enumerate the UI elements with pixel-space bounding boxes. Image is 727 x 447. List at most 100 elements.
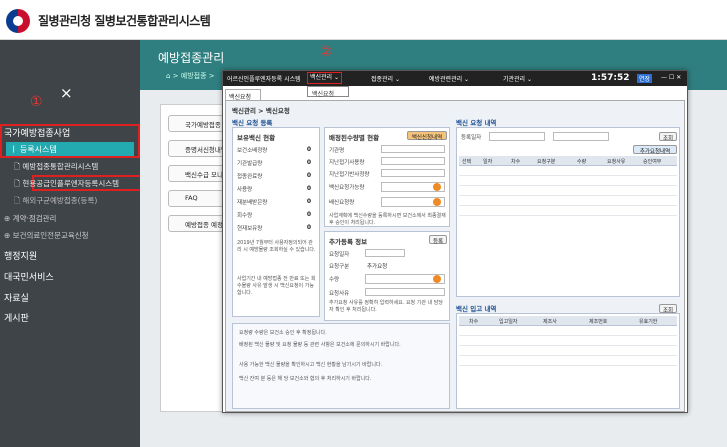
request-panel: 배정된수량별 현황 백신신청내역 기관명 지난접기사용량 지난접기반사정량 백신… xyxy=(324,127,450,227)
add-request-history-button[interactable]: 추가요청내역 xyxy=(633,145,677,155)
stepper-icon[interactable] xyxy=(433,183,441,191)
table-row[interactable] xyxy=(459,328,677,336)
content-breadcrumb: 백신관리 > 백신요청 xyxy=(232,107,290,115)
add-register-button[interactable]: 등록 xyxy=(429,235,447,245)
stock-label: 기관발급량 xyxy=(237,161,263,167)
receive-list-panel: 조회 차수 입고일자 제조사 제조번호 유효기한 xyxy=(456,304,680,409)
list-col: 선택 xyxy=(462,159,472,165)
receive-col: 제조번호 xyxy=(589,319,608,325)
request-title: 배정된수량별 현황 xyxy=(329,134,380,142)
notice-line: 요청량 수량은 보건소 승인 후 확정됩니다. xyxy=(239,330,327,336)
end-date-field[interactable] xyxy=(553,132,609,141)
stock-value: 0 xyxy=(306,185,311,192)
list-header: 선택 일자 차수 요청구분 수량 요청사유 승인여부 xyxy=(459,156,677,166)
stock-value: 0 xyxy=(306,211,311,218)
stock-label: 접종완료량 xyxy=(237,174,263,180)
menu-prevention[interactable]: 예방관련관리 ⌄ xyxy=(429,74,469,83)
add-row-label: 수량 xyxy=(329,277,340,283)
menu-vaccination[interactable]: 접종관리 ⌄ xyxy=(371,74,400,83)
stepper-icon[interactable] xyxy=(433,275,441,283)
notice-panel: 요청량 수량은 보건소 승인 후 확정됩니다. 배정된 백신 물량 및 요청 물… xyxy=(232,323,450,409)
search-label: 등록일자 xyxy=(461,135,482,141)
reg-section-title: 백신 요청 등록 xyxy=(232,119,273,127)
sidebar-item-admin[interactable]: 행정지원 xyxy=(4,249,144,262)
stock-value: 0 xyxy=(306,172,311,179)
close-icon[interactable]: × xyxy=(60,84,73,102)
menu-vaccine-management[interactable]: 백신관리 ⌄ xyxy=(307,72,343,84)
list-search-button[interactable]: 조회 xyxy=(659,132,677,142)
stock-label: 재분배받은량 xyxy=(237,200,268,206)
receive-header: 차수 입고일자 제조사 제조번호 유효기한 xyxy=(459,316,677,326)
table-row[interactable] xyxy=(459,188,677,196)
request-row-label: 지난접기사용량 xyxy=(329,160,365,166)
request-note: 사업계획에 백신수량을 등록하시면 보건소에서 최종결재 후 승인이 처리됩니다… xyxy=(329,213,446,226)
stock-label: 현재보유량 xyxy=(237,226,263,232)
sidebar-item-national-vaccination[interactable]: 국가예방접종사업 xyxy=(4,126,144,139)
extend-badge[interactable]: 연장 xyxy=(637,74,653,83)
app-title: 질병관리청 질병보건통합관리시스템 xyxy=(38,14,211,28)
window-content: 백신관리 > 백신요청 백신 요청 등록 보유백신 현황 보건소배정량 0 기관발… xyxy=(225,100,685,412)
sidebar: × ① 국가예방접종사업 ㅣ 등록시스템 🗋 예방접종통합관리시스템 🗋 현용공… xyxy=(0,40,160,447)
influenza-system-window: 어르신인플루엔자등록 시스템 백신관리 ⌄ 접종관리 ⌄ 예방관련관리 ⌄ 기관… xyxy=(222,70,688,413)
stepper-icon[interactable] xyxy=(433,198,441,206)
stock-label: 회수량 xyxy=(237,213,253,219)
sidebar-item-public-service[interactable]: 대국민서비스 xyxy=(4,270,144,283)
session-clock: 1:57:52 xyxy=(591,73,630,83)
sidebar-item-education[interactable]: ⊕ 보건의료인전문교육신청 xyxy=(4,230,144,241)
request-history-button[interactable]: 백신신청내역 xyxy=(407,131,447,141)
top-header: 질병관리청 질병보건통합관리시스템 xyxy=(0,0,727,40)
receive-col: 입고일자 xyxy=(499,319,518,325)
start-date-field[interactable] xyxy=(489,132,545,141)
tab-vaccine-request[interactable]: 백신요청 ✕ xyxy=(225,89,261,108)
request-row-label: 배신요청량 xyxy=(329,200,355,206)
table-row[interactable] xyxy=(459,168,677,176)
receive-col: 차수 xyxy=(469,319,479,325)
notice-line: 백신 잔여 분 등은 해 당 보건소와 협의 후 처리하시기 바랍니다. xyxy=(239,376,372,382)
sidebar-item-contract[interactable]: ⊕ 계약·점검관리 xyxy=(4,213,144,224)
stock-note-2: 사업기간 내 예방접종 전 만료 또는 회수물량 사유 발생 시 백신요청이 가… xyxy=(237,276,316,296)
sidebar-item-board[interactable]: 게시판 xyxy=(4,311,144,324)
table-row[interactable] xyxy=(459,208,677,216)
reason-field[interactable] xyxy=(365,288,445,296)
annotation-number-two: ② xyxy=(320,44,333,60)
table-row[interactable] xyxy=(459,178,677,186)
list-col: 요청사유 xyxy=(607,159,626,165)
sidebar-item-integrated-system[interactable]: 🗋 예방접종통합관리시스템 xyxy=(14,161,154,174)
sidebar-item-library[interactable]: 자료실 xyxy=(4,291,144,304)
receive-col: 유효기한 xyxy=(639,319,658,325)
request-date-field[interactable] xyxy=(365,249,405,257)
table-row[interactable] xyxy=(459,338,677,346)
stock-value: 0 xyxy=(306,146,311,153)
table-row[interactable] xyxy=(459,348,677,356)
sidebar-item-registration-system[interactable]: ㅣ 등록시스템 xyxy=(6,142,134,156)
stock-value: 0 xyxy=(306,159,311,166)
sidebar-item-overseas-vaccination[interactable]: 🗋 해외구균예방접종(등록) xyxy=(14,195,154,208)
stock-label: 보건소배정량 xyxy=(237,148,268,154)
receive-search-button[interactable]: 조회 xyxy=(659,304,677,314)
breadcrumb: ⌂ > 예방접종 > xyxy=(166,72,215,80)
window-controls[interactable]: — ☐ ✕ xyxy=(661,74,681,81)
stock-title: 보유백신 현황 xyxy=(237,134,276,142)
add-row-label: 요청일자 xyxy=(329,252,350,258)
window-title: 어르신인플루엔자등록 시스템 xyxy=(227,76,301,83)
notice-line: 사용 가능한 백신 물량을 확인하시고 백신 현황을 남기시기 바랍니다. xyxy=(239,362,383,368)
last-usage-field[interactable] xyxy=(381,157,445,165)
last-return-field[interactable] xyxy=(381,169,445,177)
sidebar-item-influenza-registration[interactable]: 🗋 현용공급인플루엔자등록시스템 xyxy=(14,178,154,191)
receive-title: 백신 입고 내역 xyxy=(456,305,497,313)
annotation-number-one: ① xyxy=(30,94,43,110)
menu-institution[interactable]: 기관관리 ⌄ xyxy=(503,74,532,83)
window-titlebar: 어르신인플루엔자등록 시스템 백신관리 ⌄ 접종관리 ⌄ 예방관련관리 ⌄ 기관… xyxy=(223,71,687,86)
radio-add-request[interactable]: 추가요청 xyxy=(367,262,387,270)
menu-item-vaccine-request[interactable]: 백신요청 xyxy=(307,86,349,98)
table-row[interactable] xyxy=(459,358,677,366)
notice-line: 배정된 백신 물량 및 요청 물량 등 관련 사항은 보건소에 문의하시기 바랍… xyxy=(239,342,401,348)
request-row-label: 기관명 xyxy=(329,148,345,154)
stock-note: 2019년 7월부터 사용자정의되어 관리 시 예방물량 조회하실 수 있습니다… xyxy=(237,240,316,253)
list-col: 승인여부 xyxy=(643,159,662,165)
list-col: 차수 xyxy=(511,159,521,165)
institution-field[interactable] xyxy=(381,145,445,153)
list-col: 수량 xyxy=(577,159,587,165)
add-title: 추가등록 정보 xyxy=(329,238,368,246)
table-row[interactable] xyxy=(459,198,677,206)
